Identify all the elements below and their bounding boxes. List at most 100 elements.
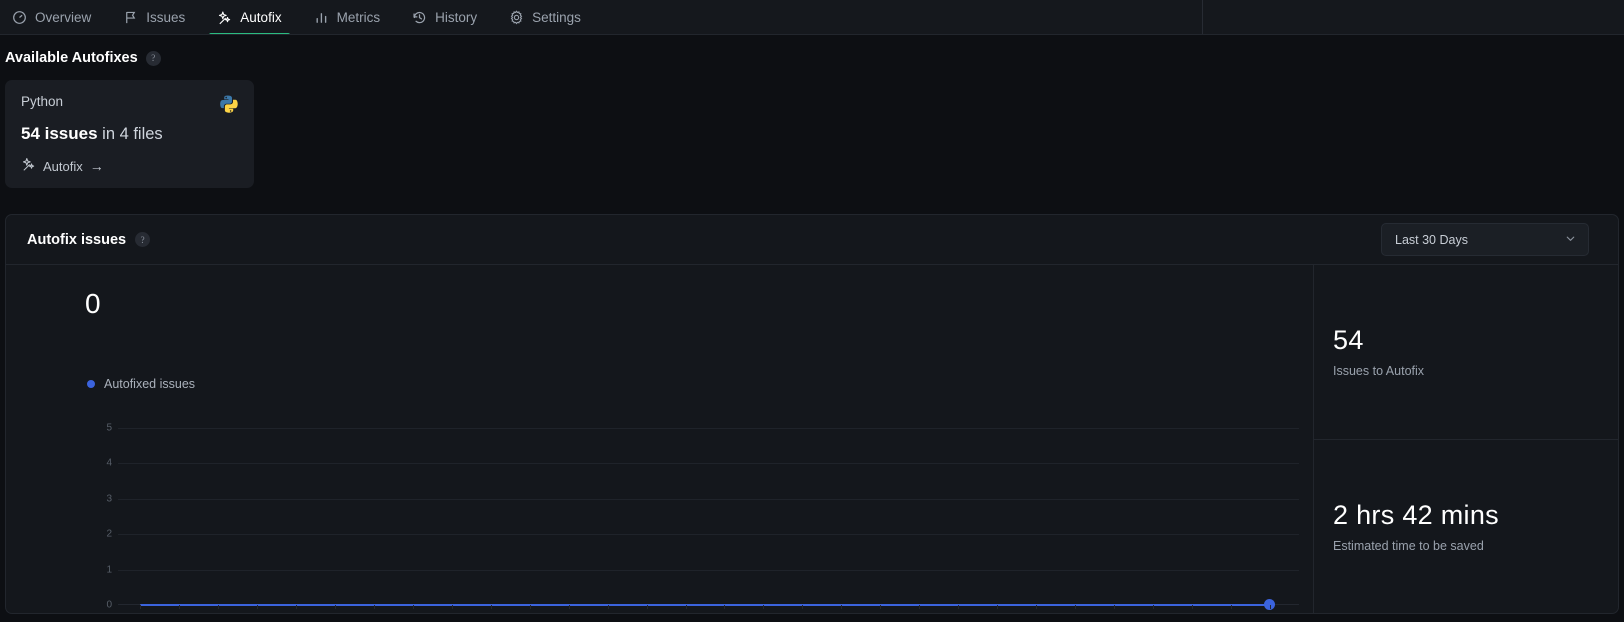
tab-metrics-label: Metrics [336,10,381,25]
python-icon [219,94,238,113]
arrow-right-icon: → [89,158,104,174]
chart-x-tickmark [841,605,842,609]
chart-x-tickmark [919,605,920,609]
chart-x-tickmark [491,605,492,609]
tab-history[interactable]: History [396,0,493,35]
available-autofixes-help-icon[interactable]: ? [145,50,161,66]
available-autofixes-title: Available Autofixes [5,50,138,66]
chart-x-tickmark [1153,605,1154,609]
chart-x-tickmark [413,605,414,609]
chart-x-tickmark [763,605,764,609]
chart-x-tickmark [296,605,297,609]
autofix-card-action-label: Autofix [43,158,83,174]
chart-y-tick-label: 5 [106,422,112,434]
sparkle-icon [21,157,36,175]
chart-gridline [118,463,1299,464]
available-autofixes-header: Available Autofixes ? [5,50,161,66]
chart-x-tickmark [374,605,375,609]
chart-gridline [118,534,1299,535]
chart-y-tick-label: 0 [106,599,112,611]
chart-x-tickmark [179,605,180,609]
chart-x-tickmark [608,605,609,609]
chart-x-tickmark [997,605,998,609]
chart-x-tickmark [1192,605,1193,609]
chart-x-tick-label: Jul 24, 2021 [737,613,794,614]
autofix-issues-panel-header: Autofix issues ? Last 30 Days [6,215,1618,265]
autofix-card-count-issues: 54 issues [21,124,98,143]
stat-issues-to-autofix-value: 54 [1333,325,1364,356]
chart-x-tick-label: Aug 1, 2021 [1049,613,1106,614]
stat-issues-to-autofix-label: Issues to Autofix [1333,364,1425,379]
tab-overview[interactable]: Overview [0,0,107,35]
main-tab-bar: Overview Issues Autofix Metrics History … [0,0,1624,35]
chart-x-tickmark [1114,605,1115,609]
chart-x-tickmark [1036,605,1037,609]
stat-issues-to-autofix: 54 Issues to Autofix [1314,265,1618,439]
autofix-language-card-python[interactable]: Python 54 issues in 4 files Autofix → [5,80,254,188]
chart-x-tick-label: Jul 20, 2021 [582,613,639,614]
chart-gridline [118,570,1299,571]
tab-overview-label: Overview [35,10,92,25]
chart-x-tickmark [802,605,803,609]
stat-estimated-time-saved-label: Estimated time to be saved [1333,538,1484,553]
autofix-card-count: 54 issues in 4 files [21,124,238,144]
chart-gridline [118,499,1299,500]
autofix-issues-panel: Autofix issues ? Last 30 Days 0 Autofixe… [5,214,1619,614]
chart-headline-value: 0 [85,288,101,319]
chart-y-tick-label: 3 [106,493,112,505]
chart-x-tickmark [530,605,531,609]
chart-x-tick-label: Jul 8, 2021 [114,613,165,614]
sparkle-icon [217,10,232,25]
chart-x-tickmark [1075,605,1076,609]
autofix-card-action-button[interactable]: Autofix → [21,157,238,175]
chart-x-tickmark [218,605,219,609]
chart-x-tick-label: Aug 5, 2021 [1205,613,1262,614]
chart-plot-region: 5 4 3 2 1 0 Jul 8, 2021 Jul 12, 2021 Jul 16, 202… [106,423,1299,611]
stat-estimated-time-saved-value: 2 hrs 42 mins [1333,499,1499,530]
chart-x-tick-label: Jul 28, 2021 [893,613,950,614]
chart-x-tickmark [569,605,570,609]
tab-autofix[interactable]: Autofix [201,0,297,35]
chart-y-tick-label: 4 [106,457,112,469]
chart-x-tickmark [1270,605,1271,609]
chart-x-tickmark [1231,605,1232,609]
chart-x-tick-label: Jul 16, 2021 [426,613,483,614]
chart-x-tick-label: Jul 12, 2021 [271,613,328,614]
autofix-stats-column: 54 Issues to Autofix 2 hrs 42 mins Estim… [1313,265,1618,613]
chart-y-tick-label: 1 [106,564,112,576]
chart-legend[interactable]: Autofixed issues [87,377,195,391]
chart-gridline [118,428,1299,429]
autofix-card-count-files: in 4 files [97,125,163,143]
autofix-issues-title: Autofix issues [27,231,127,248]
chart-series-line-autofixed-issues [140,603,1270,606]
chart-x-tickmark [140,605,141,609]
autofix-card-header: Python [21,94,238,113]
tab-settings[interactable]: Settings [493,0,597,35]
history-icon [412,10,427,25]
tab-bar-spacer [1203,0,1624,35]
tab-bar-underline [0,34,1624,35]
flag-icon [123,10,138,25]
tab-list: Overview Issues Autofix Metrics History … [0,0,597,35]
gauge-icon [12,10,27,25]
tab-history-label: History [435,10,478,25]
chart-y-tick-label: 2 [106,528,112,540]
bar-chart-icon [314,10,329,25]
chart-x-tickmark [880,605,881,609]
chart-x-tickmark [724,605,725,609]
autofix-issues-help-icon[interactable]: ? [135,232,151,247]
stat-estimated-time-saved: 2 hrs 42 mins Estimated time to be saved [1314,438,1618,614]
date-range-value: Last 30 Days [1395,232,1468,247]
tab-issues-label: Issues [146,10,186,25]
chart-x-tickmark [335,605,336,609]
date-range-select[interactable]: Last 30 Days [1381,223,1589,256]
tab-issues[interactable]: Issues [107,0,201,35]
chevron-down-icon [1564,232,1577,248]
chart-x-tickmark [257,605,258,609]
chart-x-tickmark [647,605,648,609]
chart-x-tickmark [686,605,687,609]
tab-settings-label: Settings [532,10,581,25]
gear-icon [509,10,524,25]
chart-x-tickmark [452,605,453,609]
tab-metrics[interactable]: Metrics [298,0,397,35]
